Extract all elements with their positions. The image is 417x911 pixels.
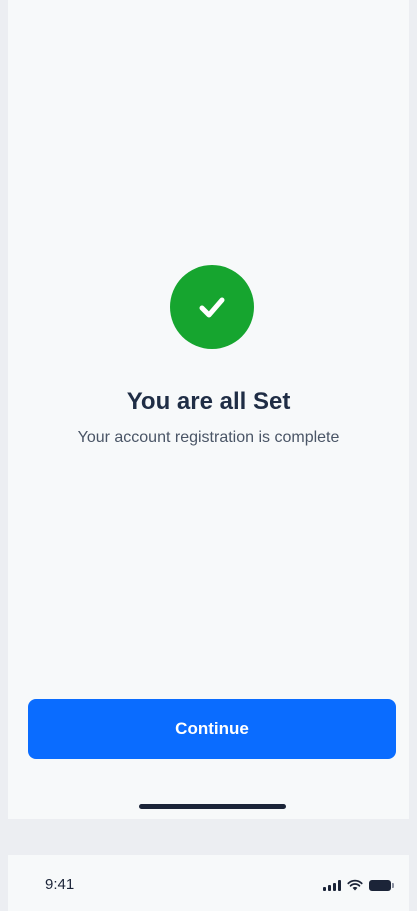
registration-complete-screen: You are all Set Your account registratio… (8, 0, 409, 819)
status-bar: 9:41 (8, 855, 409, 911)
page: You are all Set Your account registratio… (0, 0, 417, 911)
home-indicator[interactable] (139, 804, 286, 809)
checkmark-icon (199, 297, 225, 318)
continue-button[interactable]: Continue (28, 699, 396, 759)
check-circle-icon (170, 265, 254, 349)
status-time: 9:41 (45, 876, 75, 893)
page-title: You are all Set (126, 388, 291, 415)
cellular-signal-icon (323, 879, 341, 891)
battery-icon (369, 879, 394, 891)
wifi-icon (347, 879, 363, 891)
status-icons (323, 879, 394, 891)
page-subtitle: Your account registration is complete (77, 429, 340, 446)
